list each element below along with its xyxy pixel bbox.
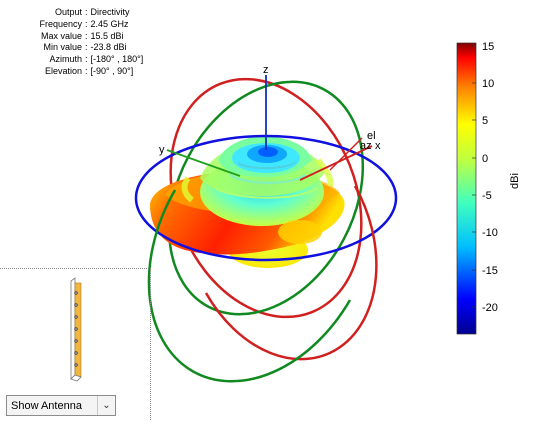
- axis-label-el: el: [367, 130, 376, 142]
- axis-label-x: x: [375, 140, 381, 152]
- colorbar-tick-label: -5: [482, 190, 492, 202]
- colorbar-tick-label: 5: [482, 115, 488, 127]
- colorbar-tick-label: 10: [482, 78, 494, 90]
- colorbar-tick-label: 0: [482, 153, 488, 165]
- axis-label-z: z: [263, 64, 269, 76]
- radiation-pattern-surface: [150, 135, 345, 268]
- axis-label-y: y: [159, 144, 165, 156]
- colorbar[interactable]: [456, 42, 477, 335]
- dropdown-selected-label: Show Antenna: [11, 399, 82, 412]
- show-antenna-dropdown[interactable]: Show Antenna ⌄: [6, 395, 116, 416]
- chevron-down-icon[interactable]: ⌄: [97, 396, 115, 415]
- colorbar-tick-label: -15: [482, 265, 498, 277]
- colorbar-tick-label: 15: [482, 41, 494, 53]
- colorbar-tick-label: -10: [482, 227, 498, 239]
- colorbar-tick-label: -20: [482, 302, 498, 314]
- colorbar-label: dBi: [509, 173, 521, 189]
